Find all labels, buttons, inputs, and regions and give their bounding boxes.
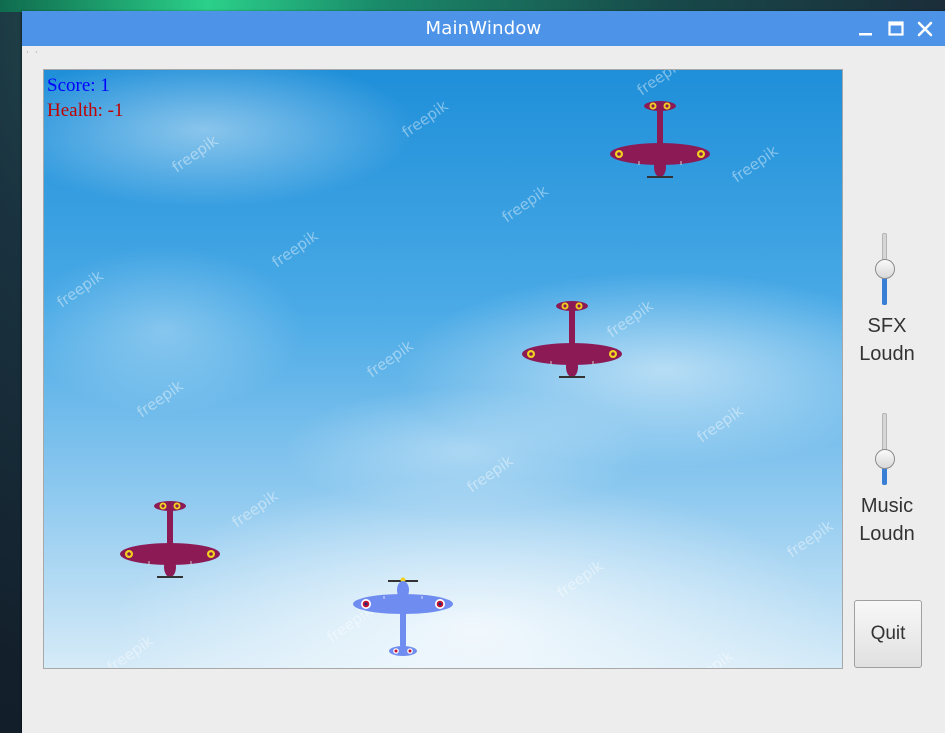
- watermark: freepik: [53, 266, 107, 312]
- sfx-loudness-label: SFX Loudn: [859, 315, 915, 365]
- maximize-icon[interactable]: [886, 19, 906, 39]
- window-title: MainWindow: [425, 18, 542, 39]
- watermark: freepik: [268, 226, 322, 272]
- watermark: freepik: [133, 376, 187, 422]
- music-loudness-label: Music Loudn: [859, 495, 915, 545]
- watermark: freepik: [553, 556, 607, 602]
- music-volume-slider[interactable]: [875, 413, 895, 485]
- quit-button[interactable]: Quit: [854, 600, 922, 668]
- title-bar[interactable]: MainWindow: [22, 11, 945, 46]
- close-icon[interactable]: [915, 19, 935, 39]
- enemy-plane-icon: [522, 301, 622, 378]
- health-label: Health: -1: [47, 100, 124, 121]
- game-view[interactable]: freepik freepik freepik freepik freepik …: [43, 69, 843, 669]
- slider-handle[interactable]: [875, 259, 895, 279]
- watermark: freepik: [463, 451, 517, 497]
- watermark: freepik: [363, 336, 417, 382]
- watermark: freepik: [498, 181, 552, 227]
- watermark: freepik: [168, 131, 222, 177]
- player-plane-icon: [353, 577, 453, 656]
- menu-bar-grip: ··: [26, 48, 44, 58]
- watermark: freepik: [398, 96, 452, 142]
- watermark: freepik: [633, 69, 687, 100]
- enemy-plane-icon: [120, 501, 220, 578]
- watermark: freepik: [103, 631, 157, 669]
- watermark: freepik: [693, 401, 747, 447]
- score-label: Score: 1: [47, 75, 110, 96]
- enemy-plane-icon: [610, 101, 710, 178]
- watermark: freepik: [683, 646, 737, 669]
- watermark: freepik: [783, 516, 837, 562]
- minimize-icon[interactable]: [856, 19, 876, 39]
- watermark: freepik: [728, 141, 782, 187]
- slider-handle[interactable]: [875, 449, 895, 470]
- sfx-volume-slider[interactable]: [875, 233, 895, 305]
- main-window: MainWindow ·· freepik freepik freepik fr…: [22, 11, 945, 733]
- watermark: freepik: [228, 486, 282, 532]
